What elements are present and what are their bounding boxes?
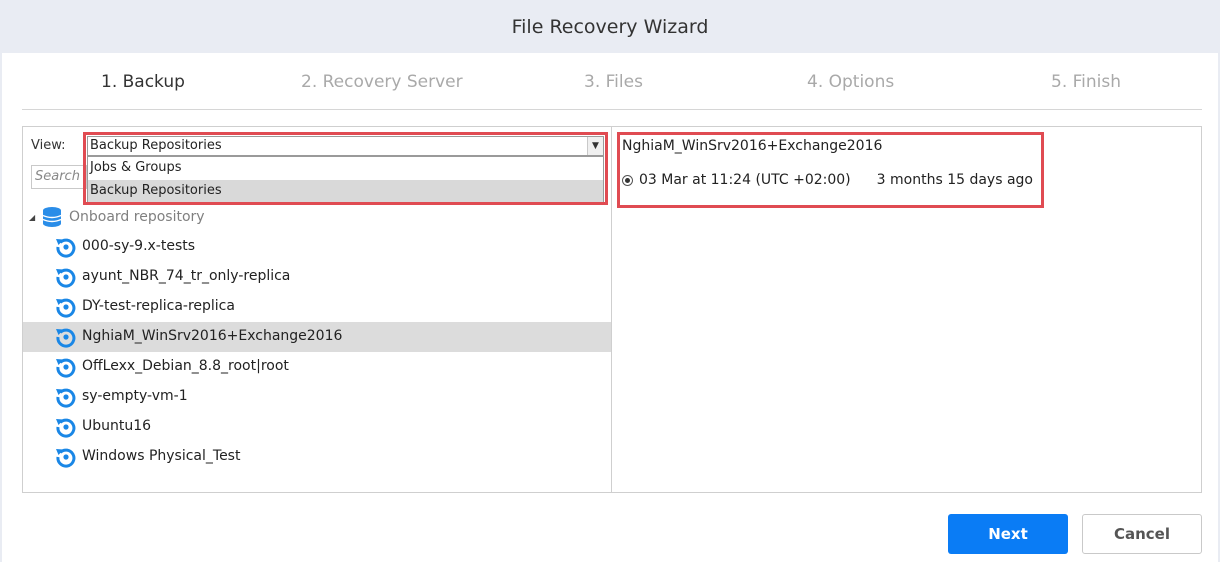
backup-selection-panel: View: Backup Repositories ▼ Search Jobs … [22,126,1202,493]
wizard-titlebar: File Recovery Wizard [0,0,1220,53]
tree-item-label: sy-empty-vm-1 [82,388,188,404]
tree-item-backup[interactable]: Windows Physical_Test [23,442,611,472]
tree-item-label: OffLexx_Debian_8.8_root|root [82,358,289,374]
step-backup[interactable]: 1. Backup [101,72,185,92]
tree-item-label: ayunt_NBR_74_tr_only-replica [82,268,291,284]
backup-history-icon [56,448,76,468]
backup-history-icon [56,268,76,288]
tree-item-backup[interactable]: OffLexx_Debian_8.8_root|root [23,352,611,382]
backup-history-icon [56,418,76,438]
view-label: View: [31,138,66,153]
backup-history-icon [56,238,76,258]
tree-item-label: NghiaM_WinSrv2016+Exchange2016 [82,328,343,344]
recovery-point-highlight-box [617,132,1044,208]
cancel-button[interactable]: Cancel [1082,514,1202,554]
backup-history-icon [56,298,76,318]
view-highlight-box [83,132,608,205]
next-button[interactable]: Next [948,514,1068,554]
tree-item-label: 000-sy-9.x-tests [82,238,196,254]
tree-item-backup[interactable]: 000-sy-9.x-tests [23,232,611,262]
backup-history-icon [56,328,76,348]
step-options[interactable]: 4. Options [807,72,894,92]
backup-tree-pane: View: Backup Repositories ▼ Search Jobs … [23,127,612,492]
tree-item-label: Ubuntu16 [82,418,152,434]
tree-item-backup[interactable]: DY-test-replica-replica [23,292,611,322]
tree-item-label: Windows Physical_Test [82,448,241,464]
tree-item-backup[interactable]: sy-empty-vm-1 [23,382,611,412]
tree-item-label: DY-test-replica-replica [82,298,235,314]
wizard-title: File Recovery Wizard [511,15,709,38]
recovery-points-pane: NghiaM_WinSrv2016+Exchange2016 03 Mar at… [612,127,1201,492]
tree-root-label: Onboard repository [69,209,205,225]
tree-item-backup[interactable]: Ubuntu16 [23,412,611,442]
step-recovery-server[interactable]: 2. Recovery Server [301,72,463,92]
search-input[interactable]: Search [31,165,87,189]
step-finish[interactable]: 5. Finish [1051,72,1121,92]
wizard-steps: 1. Backup 2. Recovery Server 3. Files 4.… [22,60,1202,110]
tree-item-backup-selected[interactable]: NghiaM_WinSrv2016+Exchange2016 [23,322,611,352]
backup-history-icon [56,388,76,408]
collapse-triangle-icon[interactable]: ◢ [29,213,39,222]
backup-history-icon [56,358,76,378]
database-icon [42,207,62,227]
step-files[interactable]: 3. Files [584,72,643,92]
tree-item-backup[interactable]: ayunt_NBR_74_tr_only-replica [23,262,611,292]
tree-root-onboard-repository[interactable]: ◢ Onboard repository [29,206,205,228]
